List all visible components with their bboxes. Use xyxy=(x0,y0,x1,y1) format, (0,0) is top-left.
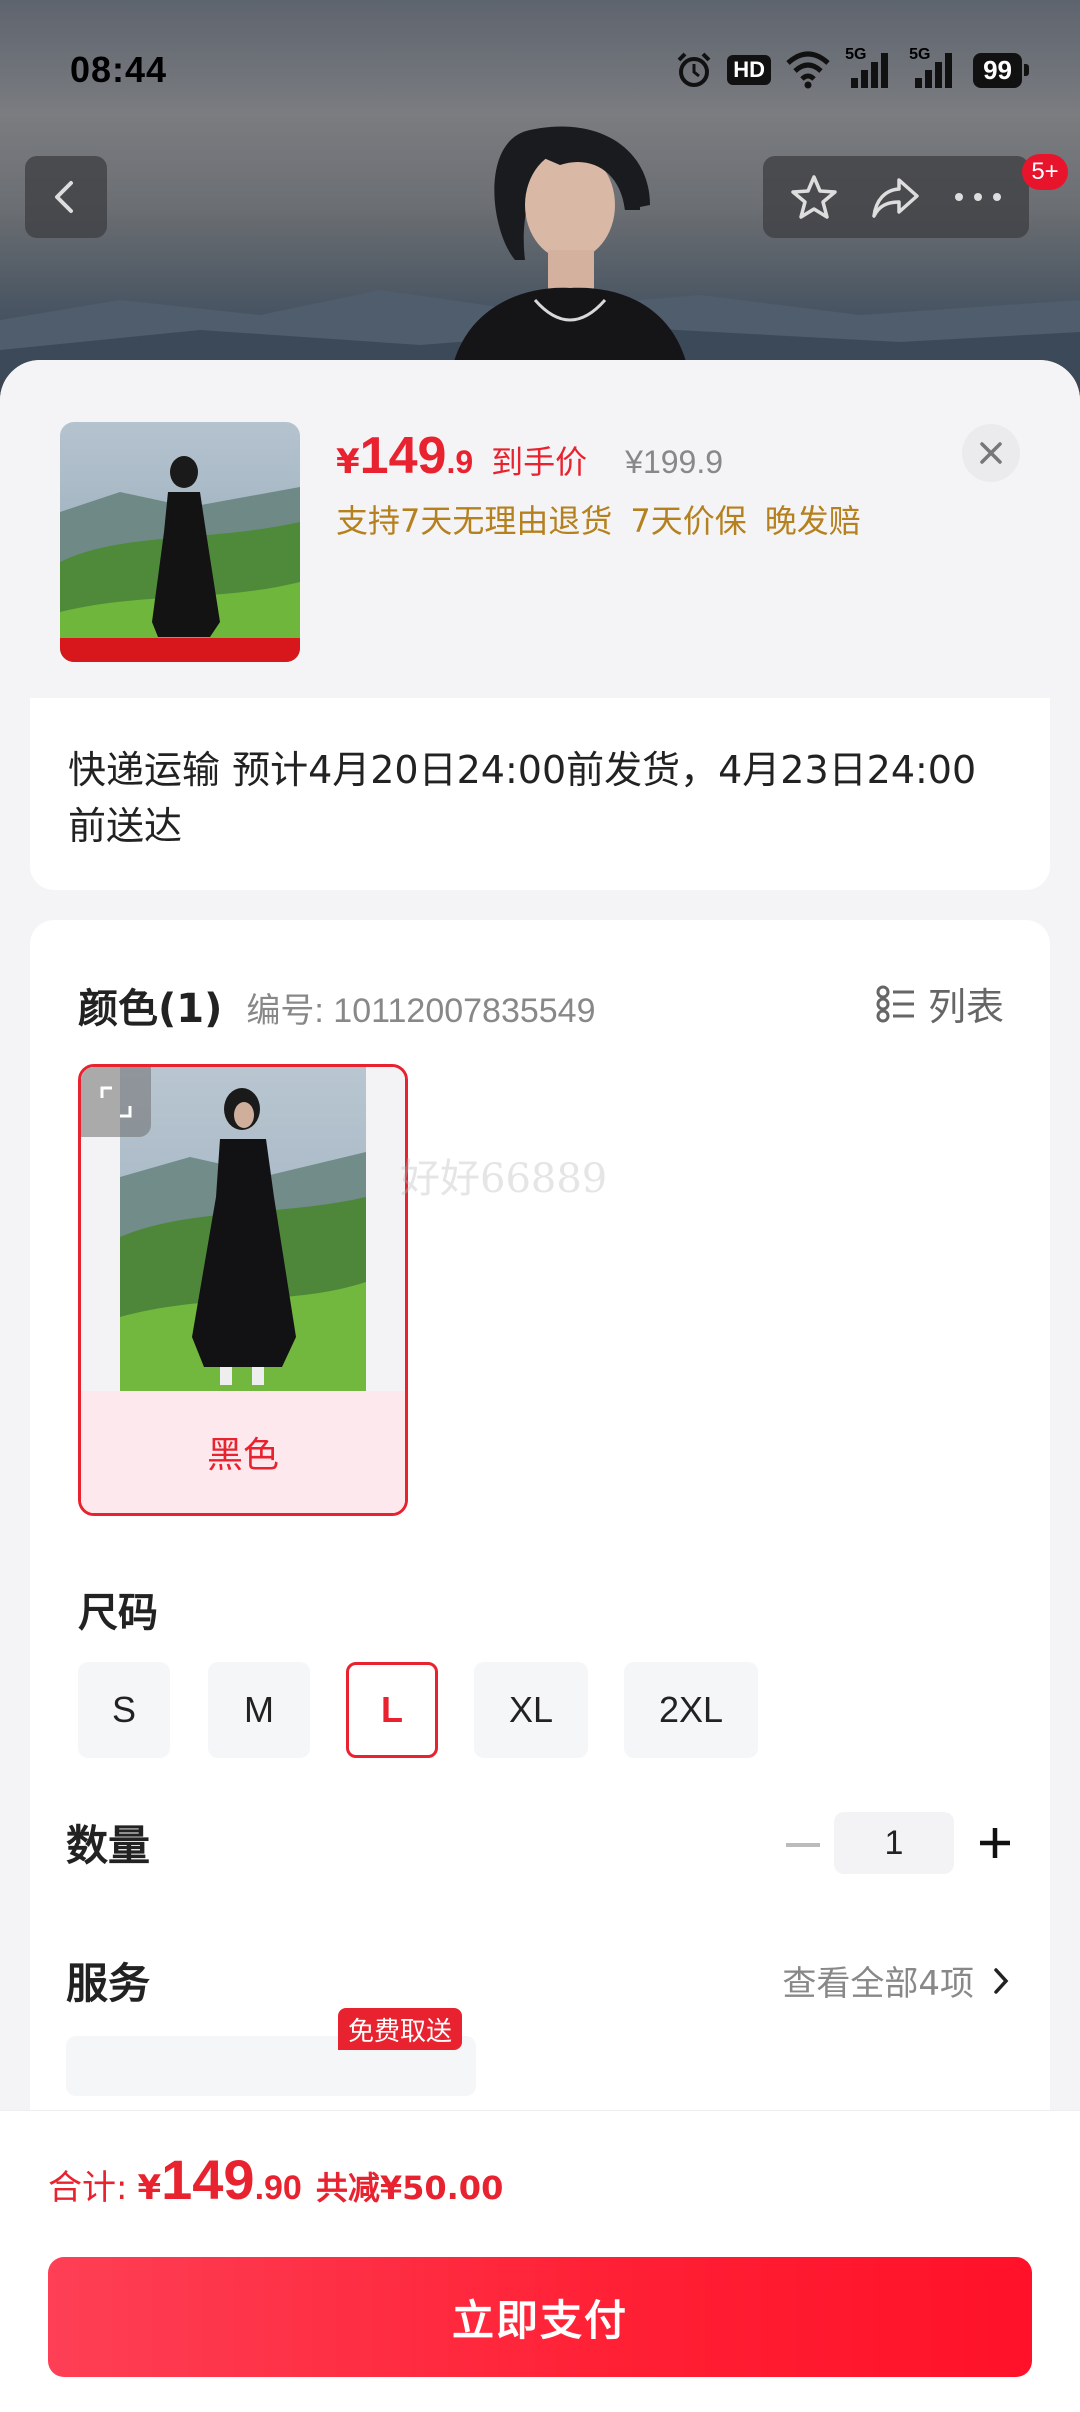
quantity-title: 数量 xyxy=(66,1821,151,1870)
notification-badge: 5+ xyxy=(1022,154,1068,190)
alarm-icon xyxy=(677,52,711,87)
price-currency: ¥ xyxy=(336,442,360,482)
list-toggle-label: 列表 xyxy=(927,985,1004,1029)
watermark: 好好66889 xyxy=(400,1156,608,1202)
minus-icon xyxy=(786,1843,820,1847)
checkout-bar: 合计: ¥ 149 .90 共减¥50.00 立即支付 xyxy=(0,2110,1080,2412)
product-thumbnail[interactable] xyxy=(60,422,300,662)
size-option-2xl[interactable]: 2XL xyxy=(624,1662,758,1758)
original-price: ¥199.9 xyxy=(625,444,724,480)
size-option-s[interactable]: S xyxy=(78,1662,170,1758)
expand-icon[interactable] xyxy=(81,1067,151,1137)
total-integer: 149 xyxy=(161,2148,255,2211)
total-currency: ¥ xyxy=(137,2168,162,2208)
total-label: 合计: xyxy=(48,2168,128,2208)
close-button[interactable] xyxy=(962,424,1020,482)
service-badge: 免费取送 xyxy=(338,2008,463,2050)
size-option-l[interactable]: L xyxy=(346,1662,438,1758)
shipping-card: 快递运输 预计4月20日24:00前发货，4月23日24:00前送达 xyxy=(30,698,1050,890)
share-button[interactable] xyxy=(861,162,931,232)
total-discount: 共减¥50.00 xyxy=(315,2169,504,2207)
pay-now-button[interactable]: 立即支付 xyxy=(48,2257,1032,2377)
size-option-m[interactable]: M xyxy=(208,1662,310,1758)
price-row: ¥ 149 .9 到手价 ¥199.9 xyxy=(336,426,723,486)
quantity-increase-button[interactable] xyxy=(970,1818,1020,1868)
list-view-toggle[interactable]: 列表 xyxy=(876,976,1004,1031)
back-button[interactable] xyxy=(25,156,107,238)
status-time: 08:44 xyxy=(70,49,168,90)
model-figure xyxy=(450,126,690,380)
color-header: 颜色(1) 编号: 10112007835549 xyxy=(78,976,596,1034)
size-option-xl[interactable]: XL xyxy=(474,1662,588,1758)
wifi-icon xyxy=(786,51,830,89)
share-icon xyxy=(872,178,919,218)
close-icon xyxy=(980,442,1002,464)
color-option-label: 黑色 xyxy=(81,1391,405,1513)
service-view-all-label: 查看全部4项 xyxy=(782,1964,974,2004)
sheet-header: ¥ 149 .9 到手价 ¥199.9 支持7天无理由退货 7天价保 晚发赔 xyxy=(0,360,1080,700)
signal-icon-1: 5G xyxy=(845,46,895,90)
color-option-black[interactable]: 黑色 xyxy=(78,1064,408,1516)
chevron-right-icon xyxy=(994,1967,1009,1994)
size-title: 尺码 xyxy=(78,1590,158,1636)
favorite-button[interactable] xyxy=(779,162,849,232)
top-action-group xyxy=(763,156,1029,238)
star-icon xyxy=(791,175,837,219)
quantity-decrease-button[interactable] xyxy=(778,1820,828,1870)
plus-icon xyxy=(980,1828,1010,1858)
guarantee-price-protect: 7天价保 xyxy=(630,502,747,540)
total-row: 合计: ¥ 149 .90 共减¥50.00 xyxy=(48,2147,503,2212)
guarantee-tags: 支持7天无理由退货 7天价保 晚发赔 xyxy=(336,496,861,542)
shipping-estimate: 快递运输 预计4月20日24:00前发货，4月23日24:00前送达 xyxy=(68,748,977,848)
color-title: 颜色(1) xyxy=(78,986,223,1032)
service-title: 服务 xyxy=(66,1959,151,2008)
product-code: 编号: 10112007835549 xyxy=(246,992,596,1030)
battery-indicator: 99 xyxy=(973,52,1029,88)
status-bar: 08:44 HD 5G 5G 99 xyxy=(0,0,1080,140)
status-icons: HD 5G 5G 99 xyxy=(675,46,1029,90)
guarantee-return: 支持7天无理由退货 xyxy=(336,502,613,540)
price-decimal: .9 xyxy=(446,444,474,480)
hd-icon: HD xyxy=(727,55,772,85)
price-integer: 149 xyxy=(359,427,447,485)
product-thumbnail-image xyxy=(60,422,300,662)
chevron-left-icon xyxy=(55,181,73,213)
guarantee-late-ship: 晚发赔 xyxy=(764,502,861,540)
final-price-label: 到手价 xyxy=(491,443,588,481)
total-decimal: .90 xyxy=(254,2169,302,2207)
quantity-input[interactable]: 1 xyxy=(834,1812,954,1874)
more-dots-icon xyxy=(955,193,1001,201)
signal-icon-2: 5G xyxy=(909,46,959,90)
sku-selector-sheet: ¥ 149 .9 到手价 ¥199.9 支持7天无理由退货 7天价保 晚发赔 快… xyxy=(0,360,1080,2412)
more-button[interactable] xyxy=(943,162,1013,232)
service-view-all[interactable]: 查看全部4项 xyxy=(782,1956,1010,2005)
list-icon xyxy=(876,985,914,1022)
